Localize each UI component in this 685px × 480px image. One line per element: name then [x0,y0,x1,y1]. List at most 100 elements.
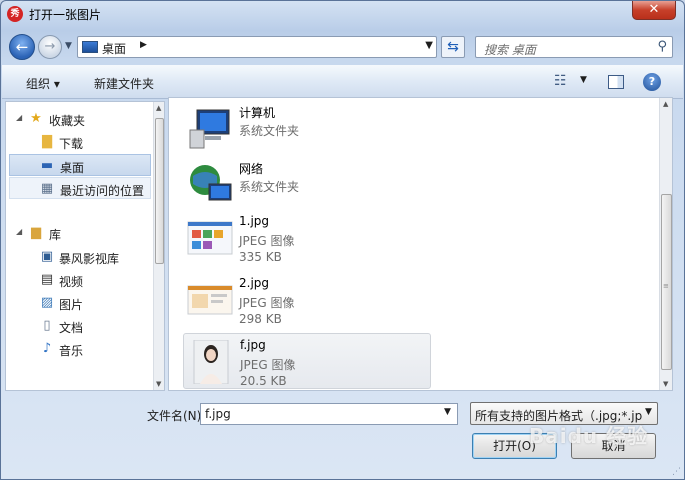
filename-label: 文件名(N): [147,409,206,423]
scroll-up-icon[interactable]: ▲ [156,104,161,112]
nav-scrollbar[interactable]: ▲ ▼ [153,102,164,390]
file-size: 298 KB [239,312,282,326]
nav-item-label: 收藏夹 [49,114,86,128]
file-type: JPEG 图像 [240,358,296,372]
address-bar[interactable]: 桌面 ▶ ▼ [77,36,437,58]
nav-item-video-library[interactable]: ▣ 暴风影视库 [6,246,148,268]
view-options-dropdown[interactable]: ▼ [580,75,587,85]
file-name: 1.jpg [239,214,270,228]
breadcrumb-chevron-icon[interactable]: ▶ [140,40,147,50]
video-icon: ▤ [40,272,54,287]
address-history-dropdown[interactable]: ▼ [425,40,433,51]
nav-item-label: 桌面 [60,161,85,175]
scroll-thumb[interactable] [155,118,164,264]
scroll-grip-icon: ≡ [663,282,669,290]
file-list: 计算机 系统文件夹 网络 系统文件夹 1.jpg JPEG 图像 335 KB … [168,97,673,391]
file-size: 335 KB [239,250,282,264]
computer-icon [189,109,230,149]
video-library-icon: ▣ [40,249,54,264]
file-name: 2.jpg [239,276,270,290]
refresh-icon: ⇆ [447,39,459,55]
nav-item-music[interactable]: ♪ 音乐 [6,338,148,360]
file-list-scrollbar[interactable]: ▲ ≡ ▼ [659,98,672,390]
nav-item-downloads[interactable]: ▇ 下载 [6,131,148,153]
resize-grip-icon[interactable]: ⋰ [672,467,681,477]
help-button[interactable]: ? [643,73,661,91]
image-thumbnail [187,285,233,315]
address-location[interactable]: 桌面 [102,40,126,57]
star-icon: ★ [30,111,42,126]
nav-item-desktop[interactable]: ▬ 桌面 [9,154,151,176]
refresh-button[interactable]: ⇆ [441,36,465,58]
forward-button[interactable]: → [38,35,62,59]
nav-item-label: 音乐 [59,344,84,358]
scroll-down-icon[interactable]: ▼ [156,380,161,388]
filename-input[interactable]: f.jpg [200,403,458,425]
file-type: 系统文件夹 [239,180,300,194]
preview-pane-icon[interactable] [608,75,624,89]
collapse-icon[interactable]: ◢ [16,227,22,236]
scroll-down-icon[interactable]: ▼ [663,380,668,388]
file-type-filter-select[interactable]: 所有支持的图片格式（.jpg;*.jp [470,402,658,425]
scroll-up-icon[interactable]: ▲ [663,100,668,108]
download-folder-icon: ▇ [42,134,52,149]
desktop-icon: ▬ [40,158,54,173]
nav-item-documents[interactable]: ▯ 文档 [6,315,148,337]
search-placeholder: 搜索 桌面 [484,43,536,57]
open-file-dialog: 秀 打开一张图片 ✕ ← → ▼ 桌面 ▶ ▼ ⇆ 搜索 桌面 ⚲ 组织 ▾ 新… [0,0,685,480]
file-name: f.jpg [240,338,266,352]
cancel-button[interactable]: 取消 [571,433,656,459]
pictures-icon: ▨ [40,295,54,310]
recent-pages-dropdown[interactable]: ▼ [65,41,72,51]
file-size: 20.5 KB [240,374,287,388]
file-type: 系统文件夹 [239,124,300,138]
file-name: 计算机 [239,106,276,120]
nav-item-label: 最近访问的位置 [60,184,145,198]
nav-item-libraries[interactable]: ◢ ▆ 库 [6,222,148,244]
app-icon: 秀 [7,6,23,22]
file-item-1-jpg[interactable]: 1.jpg JPEG 图像 335 KB [183,210,431,270]
organize-menu-button[interactable]: 组织 ▾ [26,75,60,92]
nav-item-label: 视频 [59,275,84,289]
music-icon: ♪ [42,341,52,356]
image-thumbnail [193,340,229,384]
new-folder-button[interactable]: 新建文件夹 [94,75,154,92]
collapse-icon[interactable]: ◢ [16,113,22,122]
nav-item-pictures[interactable]: ▨ 图片 [6,292,148,314]
library-icon: ▆ [31,225,41,240]
file-type: JPEG 图像 [239,234,295,248]
title-bar: 秀 打开一张图片 ✕ [1,1,684,27]
file-item-f-jpg[interactable]: f.jpg JPEG 图像 20.5 KB [183,333,431,389]
change-view-icon[interactable]: ☷ [554,73,567,89]
nav-item-label: 库 [49,228,62,242]
nav-item-videos[interactable]: ▤ 视频 [6,269,148,291]
desktop-icon [82,41,98,53]
image-thumbnail [187,221,233,255]
nav-item-favorites[interactable]: ◢ ★ 收藏夹 [6,108,148,130]
filter-dropdown-icon[interactable]: ▼ [645,407,652,417]
documents-icon: ▯ [43,318,51,333]
file-item-computer[interactable]: 计算机 系统文件夹 [183,100,431,160]
close-button[interactable]: ✕ [632,1,676,20]
nav-item-label: 下载 [59,137,84,151]
nav-item-label: 文档 [59,321,84,335]
nav-item-recent-places[interactable]: ▦ 最近访问的位置 [9,177,151,199]
search-icon[interactable]: ⚲ [657,39,667,54]
network-icon [190,165,232,201]
nav-item-label: 暴风影视库 [59,252,120,266]
nav-item-label: 图片 [59,298,84,312]
open-button[interactable]: 打开(O) [472,433,557,459]
command-bar: 组织 ▾ 新建文件夹 ☷ ▼ ? [2,65,683,99]
filename-dropdown[interactable]: ▼ [444,407,451,417]
recent-places-icon: ▦ [40,181,54,196]
arrow-left-icon: ← [15,38,29,56]
arrow-right-icon: → [44,39,56,54]
file-item-2-jpg[interactable]: 2.jpg JPEG 图像 298 KB [183,272,431,332]
search-input[interactable]: 搜索 桌面 ⚲ [475,36,673,58]
back-button[interactable]: ← [9,34,35,60]
navigation-pane: ◢ ★ 收藏夹 ▇ 下载 ▬ 桌面 ▦ 最近访问的位置 ◢ ▆ 库 ▣ 暴风影视… [5,101,165,391]
file-item-network[interactable]: 网络 系统文件夹 [183,156,431,216]
file-type: JPEG 图像 [239,296,295,310]
file-name: 网络 [239,162,264,176]
address-row: ← → ▼ 桌面 ▶ ▼ ⇆ 搜索 桌面 ⚲ [1,31,684,63]
